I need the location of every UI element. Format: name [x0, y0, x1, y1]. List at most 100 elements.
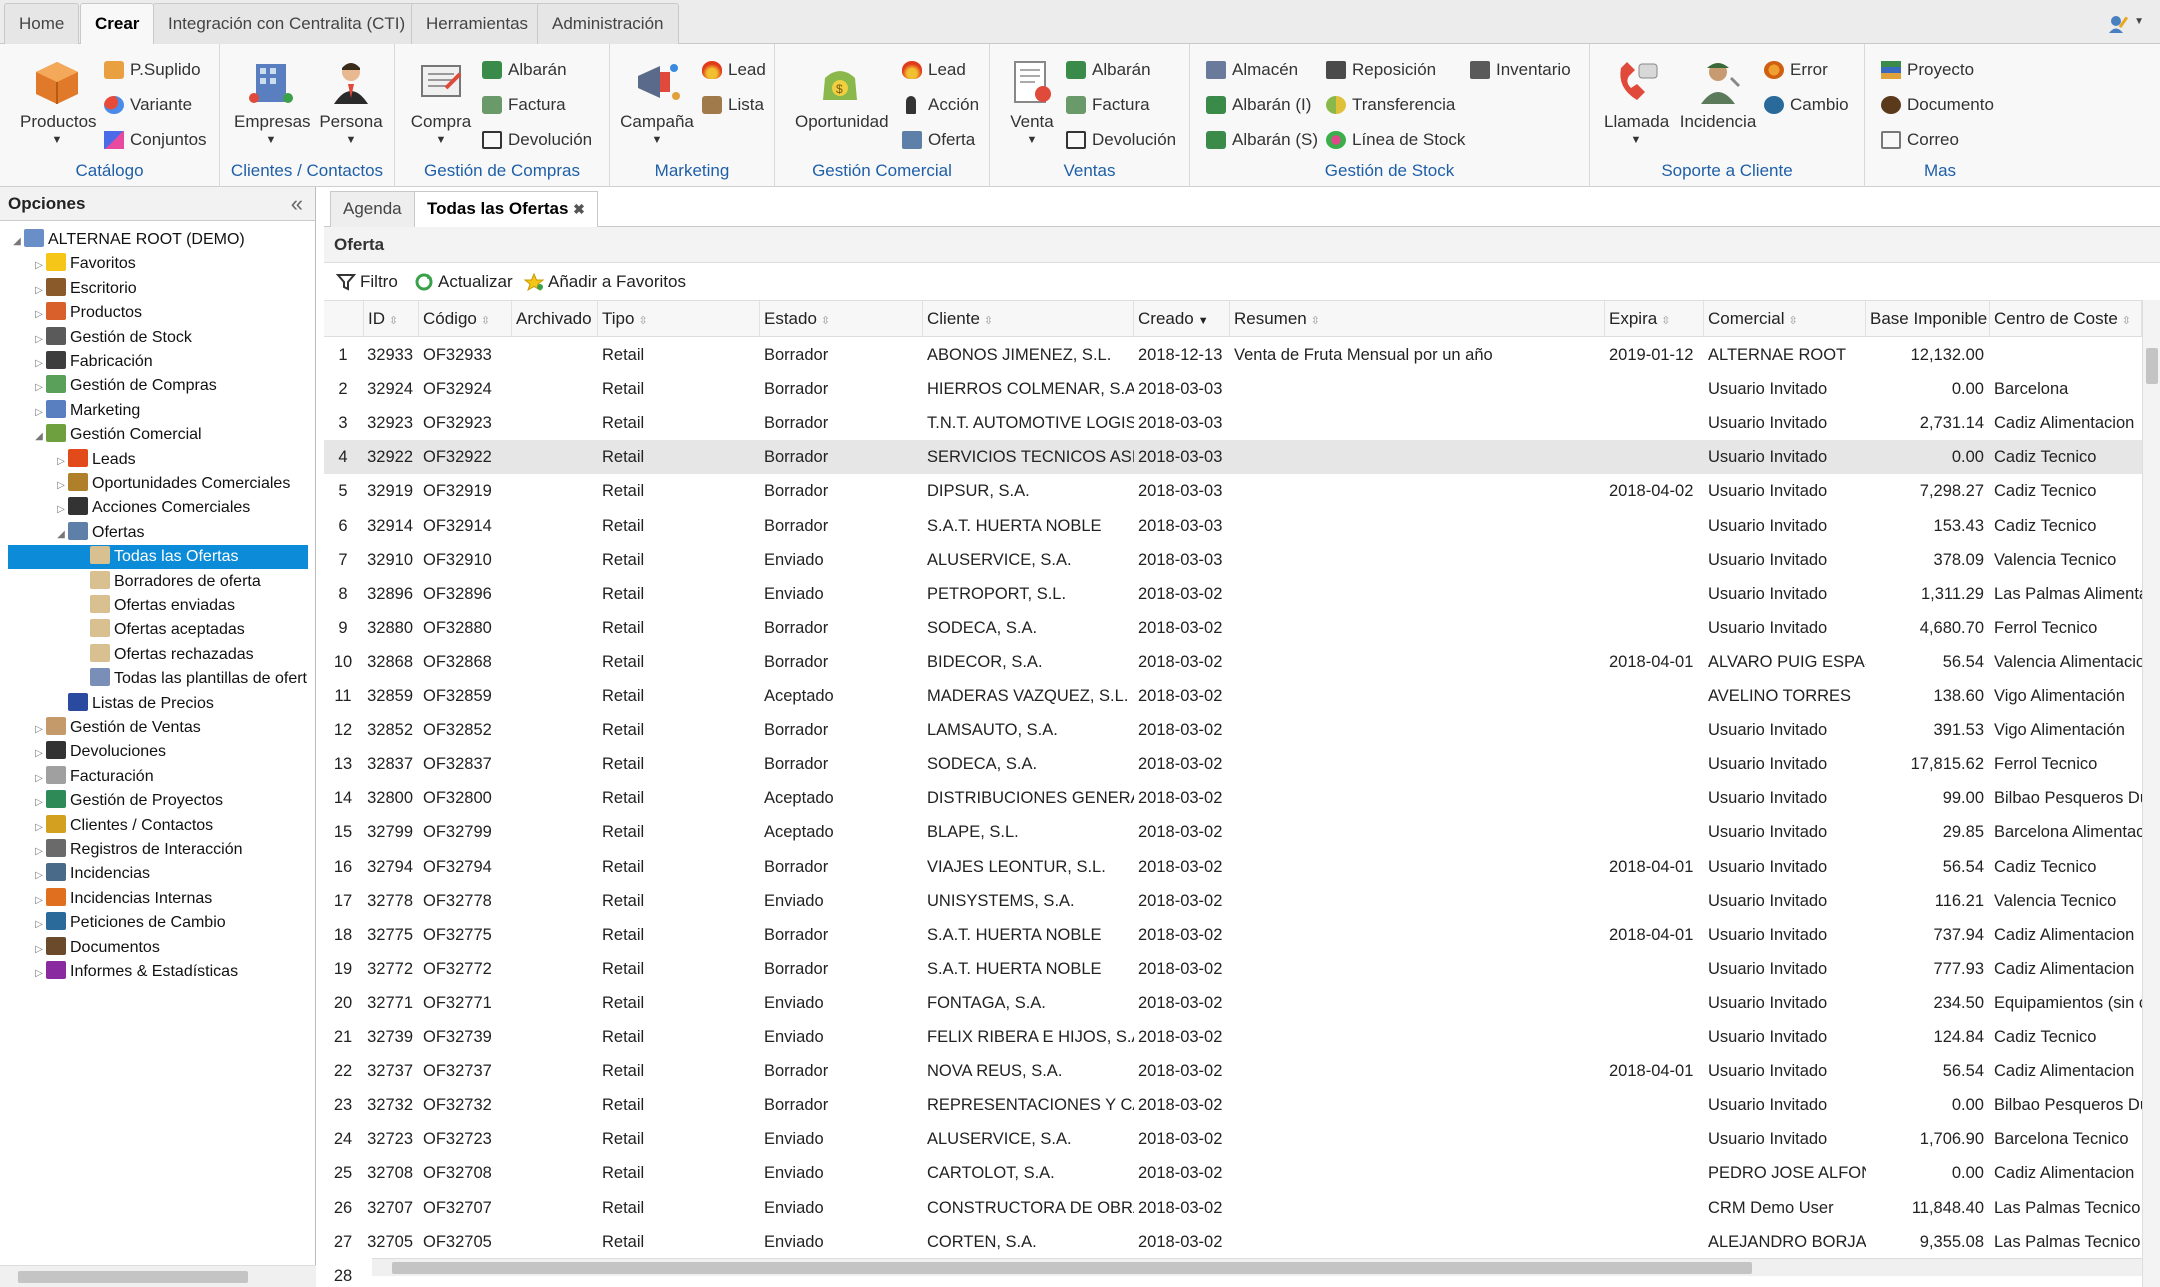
table-row[interactable]: 1 32933 OF32933 Retail Borrador ABONOS JIMENE… [324, 338, 2142, 372]
tree-item[interactable]: ▷ Favoritos [32, 252, 136, 276]
collapsed-arrow-icon[interactable]: ▷ [32, 279, 46, 303]
comercial-lead-button[interactable]: Lead [900, 56, 966, 84]
left-horizontal-scrollbar[interactable] [0, 1265, 316, 1287]
tab-administracion[interactable]: Administración [537, 3, 679, 44]
tree-item[interactable]: ▷ Peticiones de Cambio [32, 911, 226, 935]
tab-agenda[interactable]: Agenda [330, 191, 415, 227]
tree-item[interactable]: Ofertas rechazadas [76, 643, 254, 667]
header-tipo[interactable]: Tipo ⇳ [598, 301, 760, 337]
tree-item[interactable]: ◢ Ofertas [54, 521, 144, 545]
tree-item[interactable]: ▷ Leads [54, 448, 136, 472]
campana-button[interactable]: Campaña ▼ [620, 58, 694, 146]
expanded-arrow-icon[interactable]: ◢ [10, 230, 24, 254]
table-row[interactable]: 8 32896 OF32896 Retail Enviado PETROPORT, S.L… [324, 577, 2142, 611]
tree-item[interactable]: ◢ ALTERNAE ROOT (DEMO) [10, 228, 245, 252]
tree-item[interactable]: Ofertas aceptadas [76, 618, 245, 642]
venta-albaran-button[interactable]: Albarán [1064, 56, 1151, 84]
collapsed-arrow-icon[interactable]: ▷ [54, 450, 68, 474]
table-row[interactable]: 9 32880 OF32880 Retail Borrador SODECA, S.A. 2… [324, 611, 2142, 645]
header-id[interactable]: ID ⇳ [364, 301, 419, 337]
table-row[interactable]: 18 32775 OF32775 Retail Borrador S.A.T. HUERT… [324, 918, 2142, 952]
comercial-oferta-button[interactable]: Oferta [900, 126, 975, 154]
compra-factura-button[interactable]: Factura [480, 91, 566, 119]
tree-item[interactable]: Ofertas enviadas [76, 594, 235, 618]
empresas-button[interactable]: Empresas ▼ [234, 58, 311, 146]
scrollbar-thumb[interactable] [392, 1262, 1752, 1274]
compra-albaran-button[interactable]: Albarán [480, 56, 567, 84]
header-estado[interactable]: Estado ⇳ [760, 301, 923, 337]
tree-item[interactable]: ▷ Registros de Interacción [32, 838, 243, 862]
albaran-i-button[interactable]: Albarán (I) [1204, 91, 1311, 119]
grid-vertical-scrollbar[interactable] [2142, 300, 2160, 1287]
collapsed-arrow-icon[interactable]: ▷ [32, 328, 46, 352]
collapsed-arrow-icon[interactable]: ▷ [32, 938, 46, 962]
header-expira[interactable]: Expira ⇳ [1605, 301, 1704, 337]
tree-item[interactable]: ▷ Gestión de Ventas [32, 716, 201, 740]
almacen-button[interactable]: Almacén [1204, 56, 1298, 84]
marketing-lista-button[interactable]: Lista [700, 91, 764, 119]
reposicion-button[interactable]: Reposición [1324, 56, 1436, 84]
table-row[interactable]: 11 32859 OF32859 Retail Aceptado MADERAS VAZQ… [324, 679, 2142, 713]
table-row[interactable]: 5 32919 OF32919 Retail Borrador DIPSUR, S.A. 2… [324, 474, 2142, 508]
tree-item[interactable]: ▷ Devoluciones [32, 740, 166, 764]
conjuntos-button[interactable]: Conjuntos [102, 126, 207, 154]
table-row[interactable]: 17 32778 OF32778 Retail Enviado UNISYSTEMS, S… [324, 884, 2142, 918]
cambio-button[interactable]: Cambio [1762, 91, 1849, 119]
table-row[interactable]: 7 32910 OF32910 Retail Enviado ALUSERVICE, S.… [324, 543, 2142, 577]
venta-factura-button[interactable]: Factura [1064, 91, 1150, 119]
oportunidad-button[interactable]: $ Oportunidad [795, 58, 889, 132]
proyecto-button[interactable]: Proyecto [1879, 56, 1974, 84]
inventario-button[interactable]: Inventario [1468, 56, 1571, 84]
header-creado[interactable]: Creado ▼ [1134, 301, 1230, 337]
tree-item[interactable]: ▷ Gestión de Stock [32, 326, 192, 350]
collapsed-arrow-icon[interactable]: ▷ [54, 474, 68, 498]
expanded-arrow-icon[interactable]: ◢ [32, 425, 46, 449]
collapsed-arrow-icon[interactable]: ▷ [32, 791, 46, 815]
venta-button[interactable]: Venta ▼ [1000, 58, 1064, 146]
table-row[interactable]: 16 32794 OF32794 Retail Borrador VIAJES LEONT… [324, 850, 2142, 884]
close-icon[interactable]: ✖ [573, 201, 585, 217]
tree-item[interactable]: ◢ Gestión Comercial [32, 423, 202, 447]
grid-horizontal-scrollbar[interactable] [372, 1258, 2142, 1276]
error-button[interactable]: Error [1762, 56, 1828, 84]
table-row[interactable]: 4 32922 OF32922 Retail Borrador SERVICIOS TEC… [324, 440, 2142, 475]
collapsed-arrow-icon[interactable]: ▷ [32, 840, 46, 864]
collapsed-arrow-icon[interactable]: ▷ [32, 303, 46, 327]
tree-item[interactable]: ▷ Informes & Estadísticas [32, 960, 238, 984]
psuplido-button[interactable]: P.Suplido [102, 56, 201, 84]
tab-crear[interactable]: Crear [80, 3, 155, 45]
productos-button[interactable]: Productos ▼ [20, 58, 97, 146]
table-row[interactable]: 25 32708 OF32708 Retail Enviado CARTOLOT, S.A… [324, 1156, 2142, 1190]
table-row[interactable]: 22 32737 OF32737 Retail Borrador NOVA REUS, S… [324, 1054, 2142, 1088]
scrollbar-thumb[interactable] [2146, 348, 2158, 384]
documento-button[interactable]: Documento [1879, 91, 1994, 119]
table-row[interactable]: 6 32914 OF32914 Retail Borrador S.A.T. HUERTA… [324, 509, 2142, 543]
tab-todas-ofertas[interactable]: Todas las Ofertas ✖ [414, 191, 598, 228]
llamada-button[interactable]: Llamada ▼ [1604, 58, 1669, 146]
collapsed-arrow-icon[interactable]: ▷ [32, 401, 46, 425]
incidencia-button[interactable]: Incidencia [1676, 58, 1760, 132]
scrollbar-thumb[interactable] [18, 1271, 248, 1283]
table-row[interactable]: 27 32705 OF32705 Retail Enviado CORTEN, S.A. 2… [324, 1225, 2142, 1259]
correo-button[interactable]: Correo [1879, 126, 1959, 154]
compra-button[interactable]: Compra ▼ [409, 58, 473, 146]
collapsed-arrow-icon[interactable]: ▷ [32, 889, 46, 913]
table-row[interactable]: 14 32800 OF32800 Retail Aceptado DISTRIBUCION… [324, 781, 2142, 815]
header-centro-coste[interactable]: Centro de Coste ⇳ [1990, 301, 2142, 337]
tree-item[interactable]: ▷ Acciones Comerciales [54, 496, 250, 520]
collapsed-arrow-icon[interactable]: ▷ [32, 864, 46, 888]
table-row[interactable]: 20 32771 OF32771 Retail Enviado FONTAGA, S.A.… [324, 986, 2142, 1020]
table-row[interactable]: 26 32707 OF32707 Retail Enviado CONSTRUCTORA … [324, 1191, 2142, 1225]
table-row[interactable]: 19 32772 OF32772 Retail Borrador S.A.T. HUERT… [324, 952, 2142, 986]
table-row[interactable]: 12 32852 OF32852 Retail Borrador LAMSAUTO, S.… [324, 713, 2142, 747]
collapsed-arrow-icon[interactable]: ▷ [32, 816, 46, 840]
table-row[interactable]: 24 32723 OF32723 Retail Enviado ALUSERVICE, S… [324, 1122, 2142, 1156]
chevron-down-icon[interactable]: ▼ [2134, 16, 2144, 27]
filter-button[interactable]: Filtro [334, 264, 398, 300]
tree-item[interactable]: ▷ Oportunidades Comerciales [54, 472, 290, 496]
tree-item[interactable]: ▷ Incidencias Internas [32, 887, 212, 911]
tree-item[interactable]: ▷ Clientes / Contactos [32, 814, 213, 838]
header-base-imponible[interactable]: Base Imponible [1866, 301, 1990, 337]
tree-item[interactable]: ▷ Facturación [32, 765, 154, 789]
collapsed-arrow-icon[interactable]: ▷ [32, 962, 46, 986]
